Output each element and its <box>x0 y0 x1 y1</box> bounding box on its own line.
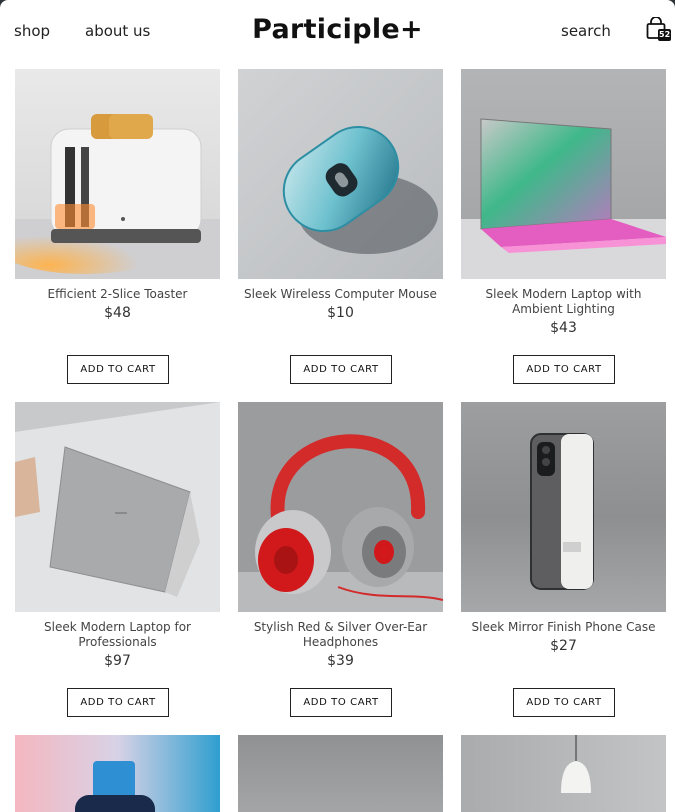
add-to-cart-button[interactable]: ADD TO CART <box>513 688 615 717</box>
cart-count-badge: 52 <box>658 29 672 41</box>
pendant-lamp-image <box>461 735 666 812</box>
product-image[interactable] <box>238 69 443 279</box>
product-card: Sleek Mirror Finish Phone Case $27 ADD T… <box>461 402 666 717</box>
product-card <box>238 735 443 812</box>
product-image[interactable] <box>238 402 443 612</box>
product-price: $97 <box>104 653 131 669</box>
product-name[interactable]: Stylish Red & Silver Over-Ear Headphones <box>238 620 443 650</box>
product-image[interactable] <box>461 735 666 812</box>
product-photo-image <box>238 735 443 812</box>
toaster-image <box>15 69 220 279</box>
product-card <box>15 735 220 812</box>
product-card: Sleek Wireless Computer Mouse $10 ADD TO… <box>238 69 443 384</box>
product-price: $48 <box>104 305 131 321</box>
mouse-image <box>238 69 443 279</box>
site-header: shop about us Participle+ search 52 <box>0 0 675 64</box>
product-card: Sleek Modern Laptop for Professionals $9… <box>15 402 220 717</box>
add-to-cart-button[interactable]: ADD TO CART <box>67 688 169 717</box>
headphones-image <box>238 402 443 612</box>
cart-button[interactable]: 52 <box>646 16 672 43</box>
nav-search-link[interactable]: search <box>561 22 611 40</box>
product-name[interactable]: Efficient 2-Slice Toaster <box>15 287 220 302</box>
add-to-cart-button[interactable]: ADD TO CART <box>290 688 392 717</box>
product-image[interactable] <box>15 735 220 812</box>
product-card: Stylish Red & Silver Over-Ear Headphones… <box>238 402 443 717</box>
laptop-professional-image <box>15 402 220 612</box>
product-name[interactable]: Sleek Modern Laptop with Ambient Lightin… <box>461 287 666 317</box>
product-name[interactable]: Sleek Wireless Computer Mouse <box>238 287 443 302</box>
storefront-page: shop about us Participle+ search 52 Effi… <box>0 0 675 812</box>
smartwatch-image <box>15 735 220 812</box>
product-card: Efficient 2-Slice Toaster $48 ADD TO CAR… <box>15 69 220 384</box>
product-price: $10 <box>327 305 354 321</box>
add-to-cart-button[interactable]: ADD TO CART <box>513 355 615 384</box>
product-image[interactable] <box>461 69 666 279</box>
product-image[interactable] <box>461 402 666 612</box>
add-to-cart-button[interactable]: ADD TO CART <box>290 355 392 384</box>
product-card <box>461 735 666 812</box>
product-price: $43 <box>550 320 577 336</box>
laptop-ambient-image <box>461 69 666 279</box>
product-name[interactable]: Sleek Mirror Finish Phone Case <box>461 620 666 635</box>
product-price: $39 <box>327 653 354 669</box>
product-image[interactable] <box>15 69 220 279</box>
product-image[interactable] <box>238 735 443 812</box>
product-image[interactable] <box>15 402 220 612</box>
product-name[interactable]: Sleek Modern Laptop for Professionals <box>15 620 220 650</box>
phone-case-image <box>461 402 666 612</box>
product-card: Sleek Modern Laptop with Ambient Lightin… <box>461 69 666 384</box>
product-price: $27 <box>550 638 577 654</box>
add-to-cart-button[interactable]: ADD TO CART <box>67 355 169 384</box>
